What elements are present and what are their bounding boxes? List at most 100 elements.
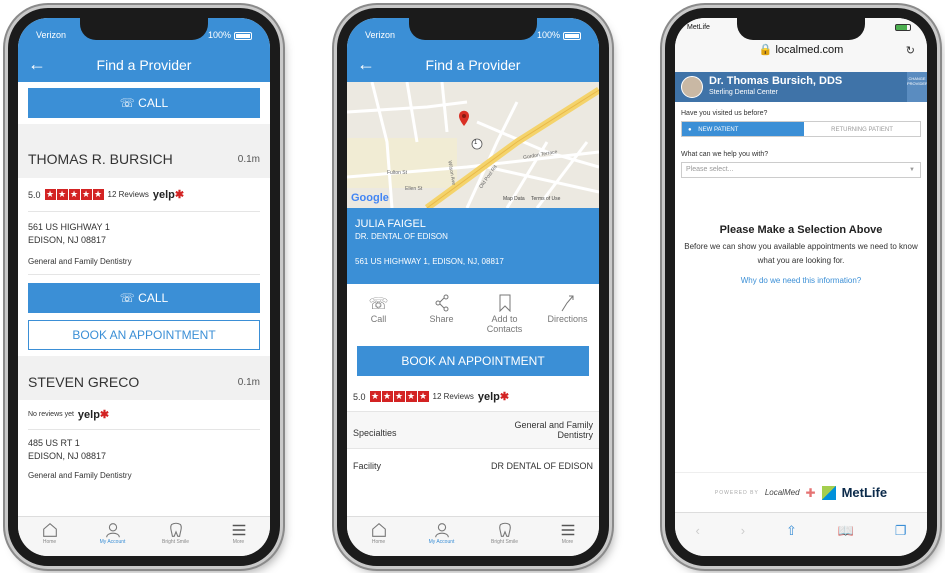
tabs-icon[interactable]: ❐ <box>895 523 907 539</box>
home-icon <box>371 522 386 537</box>
provider-banner: JULIA FAIGEL DR. DENTAL OF EDISON 561 US… <box>347 208 599 284</box>
page-title: Find a Provider <box>96 57 192 73</box>
new-patient-option[interactable]: ● NEW PATIENT <box>682 122 804 136</box>
tab-home[interactable]: Home <box>354 521 404 545</box>
forward-icon[interactable]: › <box>741 523 745 538</box>
provider-name: JULIA FAIGEL <box>355 218 426 230</box>
phone-notch <box>409 18 537 40</box>
tab-my-account[interactable]: My Account <box>417 521 467 545</box>
address-line2: EDISON, NJ 08817 <box>28 451 107 461</box>
chevron-down-icon: ▼ <box>909 167 915 173</box>
rating: 5.0 <box>28 189 41 200</box>
tab-bar: Home My Account Bright Smile More <box>18 516 270 556</box>
book-appointment-button[interactable]: BOOK AN APPOINTMENT <box>28 320 260 350</box>
phone-localmed-booking: MetLife 🔒 localmed.com ↻ Dr. Thomas Burs… <box>665 8 937 566</box>
booking-form: Have you visited us before? ● NEW PATIEN… <box>675 102 927 285</box>
carrier-label: Verizon <box>36 30 67 40</box>
menu-icon <box>561 524 574 536</box>
route-label: 1 <box>474 140 478 146</box>
detail-key: Facility <box>353 461 382 471</box>
localmed-logo: LocalMed <box>764 488 800 497</box>
distance: 0.1m <box>237 153 260 165</box>
terms-link[interactable]: Terms of Use <box>531 196 560 202</box>
specialty: General and Family Dentistry <box>28 471 132 480</box>
bookmark-icon <box>499 294 510 313</box>
call-button[interactable]: ☏ CALL <box>28 283 260 313</box>
check-icon: ● <box>688 127 692 133</box>
provider-name[interactable]: STEVEN GRECO <box>28 374 139 390</box>
tab-bright-smile[interactable]: Bright Smile <box>151 521 201 545</box>
phone-icon: ☏ <box>119 291 135 305</box>
add-contacts-action[interactable]: Add to Contacts <box>477 294 532 334</box>
clinic-name: Sterling Dental Center <box>709 89 778 96</box>
localmed-cross-icon: ✚ <box>805 485 816 500</box>
selection-title: Please Make a Selection Above <box>719 224 883 236</box>
page-title: Find a Provider <box>425 57 521 73</box>
doctor-name: Dr. Thomas Bursich, DDS <box>709 75 843 87</box>
url-bar[interactable]: 🔒 localmed.com <box>675 43 927 56</box>
doctor-header: Dr. Thomas Bursich, DDS Sterling Dental … <box>675 72 927 102</box>
tooth-icon <box>498 522 511 537</box>
change-provider-button[interactable]: CHANGE PROVIDER <box>907 72 927 102</box>
screen: MetLife 🔒 localmed.com ↻ Dr. Thomas Burs… <box>675 18 927 556</box>
star-rating-icon: ★ ★ ★ ★ ★ <box>44 189 104 200</box>
directions-action[interactable]: Directions <box>540 294 595 334</box>
safari-toolbar: ‹ › ⇧ 📖 ❐ <box>675 512 927 556</box>
review-count[interactable]: 12 Reviews <box>108 190 149 199</box>
phone-provider-detail: Verizon 100% ← Find a Provider 1 Gordon … <box>337 8 609 566</box>
tab-more[interactable]: More <box>543 521 593 545</box>
action-row: ☏ Call Share Add to Contacts Directions <box>347 284 599 338</box>
provider-name[interactable]: THOMAS R. BURSICH <box>28 151 173 167</box>
powered-by-label: POWERED BY <box>714 489 759 496</box>
street-label: Fulton St <box>387 170 408 176</box>
call-button[interactable]: ☏ CALL <box>28 88 260 118</box>
returning-patient-option[interactable]: RETURNING PATIENT <box>804 122 920 136</box>
address-line1: 561 US HIGHWAY 1 <box>28 222 110 232</box>
home-icon <box>42 522 57 537</box>
bookmarks-icon[interactable]: 📖 <box>838 523 854 539</box>
carrier-label: Verizon <box>365 30 396 40</box>
call-action[interactable]: ☏ Call <box>351 294 406 334</box>
tab-my-account[interactable]: My Account <box>88 521 138 545</box>
help-question: What can we help you with? <box>681 151 769 158</box>
selection-body: Before we can show you available appoint… <box>684 242 918 265</box>
tab-home[interactable]: Home <box>25 521 75 545</box>
tab-more[interactable]: More <box>214 521 264 545</box>
battery-icon <box>563 31 581 40</box>
provider-card: THOMAS R. BURSICH 0.1m <box>18 132 270 178</box>
screen: Verizon 100% ← Find a Provider ☏ CALL TH… <box>18 18 270 556</box>
phone-notch <box>80 18 208 40</box>
battery-label: 100% <box>207 30 231 40</box>
practice-name: DR. DENTAL OF EDISON <box>355 232 448 241</box>
metlife-logo: MetLife <box>841 485 888 500</box>
user-icon <box>105 523 120 538</box>
back-icon[interactable]: ‹ <box>695 523 699 538</box>
reason-select[interactable]: Please select... ▼ <box>681 162 921 178</box>
why-link[interactable]: Why do we need this information? <box>681 276 921 285</box>
provider-details: No reviews yet yelp✱ 485 US RT 1 EDISON,… <box>18 400 270 488</box>
metlife-logo-icon <box>821 485 836 500</box>
detail-key: Specialties <box>353 428 397 438</box>
tab-bright-smile[interactable]: Bright Smile <box>480 521 530 545</box>
share-icon[interactable]: ⇧ <box>786 523 797 539</box>
map[interactable]: 1 Gordon Terrace Fulton St Ellen St Old … <box>347 82 599 208</box>
lock-icon: 🔒 <box>758 44 773 56</box>
book-appointment-button[interactable]: BOOK AN APPOINTMENT <box>357 346 589 376</box>
screen: Verizon 100% ← Find a Provider 1 Gordon … <box>347 18 599 556</box>
map-data-link[interactable]: Map Data <box>503 196 525 202</box>
menu-icon <box>232 524 245 536</box>
back-arrow-icon[interactable]: ← <box>357 55 375 73</box>
phone-notch <box>737 18 865 40</box>
battery-label: 100% <box>536 30 560 40</box>
avatar <box>681 76 703 98</box>
back-arrow-icon[interactable]: ← <box>28 55 46 73</box>
provider-address: 561 US HIGHWAY 1, EDISON, NJ, 08817 <box>355 257 504 266</box>
review-count[interactable]: 12 Reviews <box>433 392 474 401</box>
yelp-logo: yelp✱ <box>77 409 110 421</box>
share-action[interactable]: Share <box>414 294 469 334</box>
reload-icon[interactable]: ↻ <box>906 44 915 57</box>
visited-question: Have you visited us before? <box>681 110 768 117</box>
stage: Verizon 100% ← Find a Provider ☏ CALL TH… <box>0 0 945 573</box>
provider-details: 5.0 ★ ★ ★ ★ ★ 12 Reviews yelp✱ 561 US HIGHWA… <box>18 178 270 350</box>
directions-icon <box>561 295 573 312</box>
